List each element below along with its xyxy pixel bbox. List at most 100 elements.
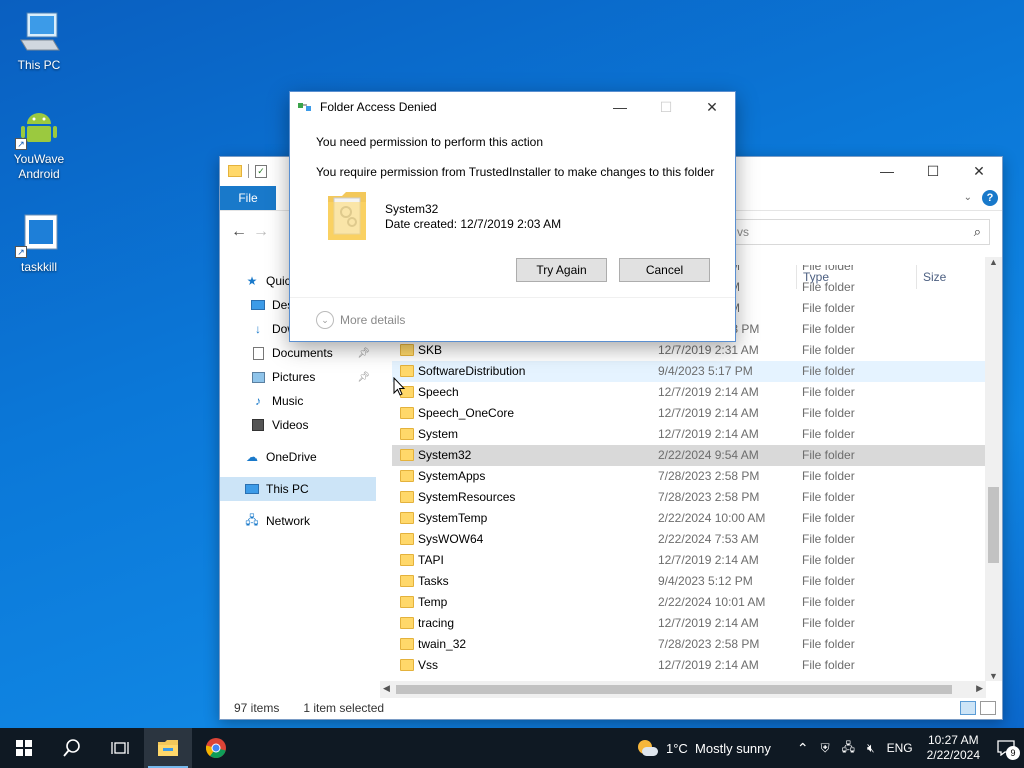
file-type: File folder <box>802 265 855 273</box>
folder-icon <box>400 659 414 671</box>
table-row[interactable]: SKB 12/7/2019 2:31 AM File folder <box>392 340 988 361</box>
network-status-icon[interactable]: 🖧︎ <box>836 738 861 759</box>
table-row[interactable]: tracing 12/7/2019 2:14 AM File folder <box>392 613 988 634</box>
folder-icon <box>400 491 414 503</box>
file-type: File folder <box>802 658 855 672</box>
nav-item-documents[interactable]: Documents 📌︎ <box>220 341 376 365</box>
computer-icon <box>15 10 63 56</box>
file-type: File folder <box>802 322 855 336</box>
table-row[interactable]: Temp 2/22/2024 10:01 AM File folder <box>392 592 988 613</box>
file-name: Temp <box>418 595 448 609</box>
minimize-button[interactable]: — <box>864 157 910 185</box>
more-details-toggle[interactable]: ⌄ More details <box>290 297 735 341</box>
table-row[interactable]: SysWOW64 2/22/2024 7:53 AM File folder <box>392 529 988 550</box>
file-type: File folder <box>802 574 855 588</box>
desktop-icon-label: taskkill <box>20 260 57 274</box>
desktop-icon-taskkill[interactable]: ↗ taskkill <box>7 212 71 275</box>
action-center-button[interactable]: 9 <box>988 728 1024 768</box>
table-row[interactable]: SystemResources 7/28/2023 2:58 PM File fol… <box>392 487 988 508</box>
scroll-up-arrow-icon[interactable]: ▲ <box>985 257 1002 267</box>
nav-item-pictures[interactable]: Pictures 📌︎ <box>220 365 376 389</box>
file-type: File folder <box>802 448 855 462</box>
table-row[interactable]: Speech 12/7/2019 2:14 AM File folder <box>392 382 988 403</box>
date-modified: 12/7/2019 2:14 AM <box>658 406 759 420</box>
table-row[interactable]: System32 2/22/2024 9:54 AM File folder <box>392 445 988 466</box>
scrollbar-thumb[interactable] <box>988 487 999 563</box>
date-modified: 7/28/2023 2:58 PM <box>658 469 760 483</box>
help-icon[interactable]: ? <box>982 189 998 206</box>
clock[interactable]: 10:27 AM 2/22/2024 <box>919 733 988 763</box>
scroll-right-arrow-icon[interactable]: ▶ <box>976 683 983 694</box>
close-button[interactable]: ✕ <box>689 92 735 122</box>
file-name: SystemTemp <box>418 511 488 525</box>
windows-logo-icon <box>16 740 32 756</box>
volume-muted-icon[interactable]: 🔇︎ <box>861 741 881 756</box>
cancel-button[interactable]: Cancel <box>619 258 710 282</box>
file-type: File folder <box>802 637 855 651</box>
search-icon: ⌕ <box>973 224 981 239</box>
chevron-down-icon[interactable]: ⌄ <box>964 192 972 203</box>
dialog-title-bar[interactable]: Folder Access Denied — ☐ ✕ <box>290 92 735 122</box>
dialog-message: You require permission from TrustedInsta… <box>316 165 715 179</box>
music-icon: ♪ <box>255 394 261 408</box>
file-type: File folder <box>802 427 855 441</box>
large-icons-view-icon[interactable] <box>980 701 996 715</box>
forward-arrow-icon[interactable]: → <box>250 223 272 241</box>
show-hidden-icons-button[interactable]: ⌃ <box>791 740 815 757</box>
start-button[interactable] <box>0 728 48 768</box>
taskbar-chrome[interactable] <box>192 728 240 768</box>
table-row[interactable]: SystemTemp 2/22/2024 10:00 AM File folder <box>392 508 988 529</box>
file-tab[interactable]: File <box>220 185 276 210</box>
table-row[interactable]: Tasks 9/4/2023 5:12 PM File folder <box>392 571 988 592</box>
scrollbar-thumb[interactable] <box>396 685 952 694</box>
table-row[interactable]: SystemApps 7/28/2023 2:58 PM File folder <box>392 466 988 487</box>
nav-item-music[interactable]: ♪ Music <box>220 389 376 413</box>
scroll-left-arrow-icon[interactable]: ◀ <box>383 683 390 694</box>
task-view-button[interactable] <box>96 728 144 768</box>
download-icon: ↓ <box>255 322 261 336</box>
back-arrow-icon[interactable]: ← <box>228 223 250 241</box>
folder-icon <box>400 512 414 524</box>
date-modified: 2/22/2024 10:01 AM <box>658 595 766 609</box>
file-type: File folder <box>802 364 855 378</box>
table-row[interactable]: SoftwareDistribution 9/4/2023 5:17 PM File… <box>392 361 988 382</box>
desktop-icon-youwave[interactable]: ↗ YouWave Android <box>7 104 71 182</box>
table-row[interactable]: System 12/7/2019 2:14 AM File folder <box>392 424 988 445</box>
vertical-scrollbar[interactable]: ▲ ▼ <box>985 257 1002 681</box>
selection-count: 1 item selected <box>303 701 385 715</box>
minimize-button[interactable]: — <box>597 92 643 122</box>
search-input[interactable]: vs ⌕ <box>730 219 990 245</box>
file-name: Vss <box>418 658 439 672</box>
nav-item-this-pc[interactable]: This PC <box>220 477 376 501</box>
nav-item-videos[interactable]: Videos <box>220 413 376 437</box>
taskbar-file-explorer[interactable] <box>144 728 192 768</box>
properties-icon[interactable]: ✓ <box>255 164 267 178</box>
file-operation-icon <box>298 101 312 113</box>
input-language[interactable]: ENG <box>881 741 919 755</box>
table-row[interactable]: twain_32 7/28/2023 2:58 PM File folder <box>392 634 988 655</box>
search-icon <box>63 739 80 757</box>
android-icon: ↗ <box>15 104 63 150</box>
maximize-button[interactable]: ☐ <box>910 157 956 185</box>
details-view-icon[interactable] <box>960 701 976 715</box>
computer-icon <box>244 482 260 496</box>
folder-icon <box>400 638 414 650</box>
task-view-icon <box>111 742 129 754</box>
table-row[interactable]: Vss 12/7/2019 2:14 AM File folder <box>392 655 988 676</box>
try-again-button[interactable]: Try Again <box>516 258 607 282</box>
table-row[interactable]: Speech_OneCore 12/7/2019 2:14 AM File fold… <box>392 403 988 424</box>
search-button[interactable] <box>48 728 96 768</box>
desktop-icon-this-pc[interactable]: This PC <box>7 10 71 73</box>
close-button[interactable]: ✕ <box>956 157 1002 185</box>
weather-widget[interactable]: 1°C Mostly sunny <box>630 739 777 757</box>
scroll-down-arrow-icon[interactable]: ▼ <box>985 671 1002 681</box>
horizontal-scrollbar[interactable]: ◀ ▶ <box>380 681 986 698</box>
nav-item-network[interactable]: 🖧︎ Network <box>220 509 376 533</box>
chevron-down-icon: ⌄ <box>316 310 334 329</box>
pin-icon[interactable]: 📌︎ <box>357 372 370 383</box>
security-shield-icon[interactable]: ⛨ <box>815 741 836 756</box>
date-modified: 12/7/2019 2:14 AM <box>658 616 759 630</box>
pin-icon[interactable]: 📌︎ <box>357 348 370 359</box>
table-row[interactable]: TAPI 12/7/2019 2:14 AM File folder <box>392 550 988 571</box>
nav-item-onedrive[interactable]: ☁ OneDrive <box>220 445 376 469</box>
